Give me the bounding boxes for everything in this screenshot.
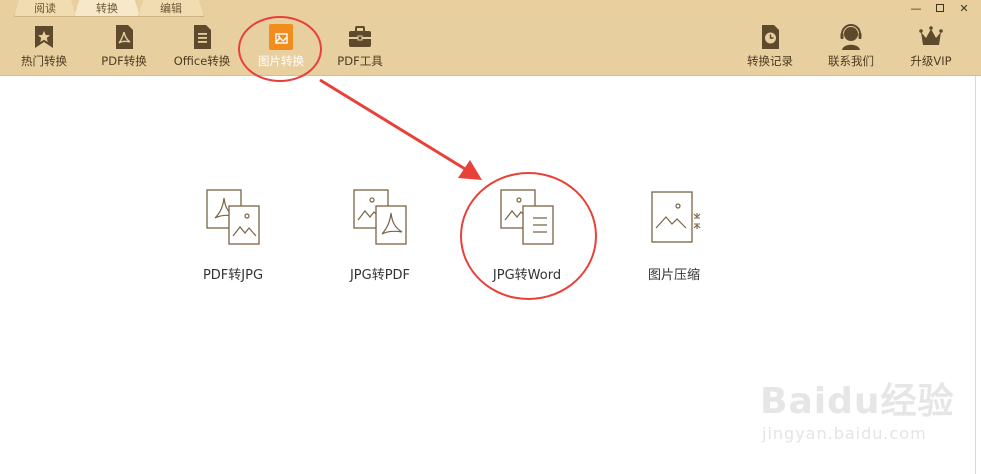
watermark: Baidu经验 jingyan.baidu.com — [752, 362, 962, 462]
app-window: 阅读 转换 编辑 — ✕ 热门转换 PDF转换 Office转换 图片转换 PD… — [0, 0, 981, 474]
watermark-brand: Baidu经验 — [760, 381, 955, 422]
watermark-url: jingyan.baidu.com — [762, 424, 927, 443]
